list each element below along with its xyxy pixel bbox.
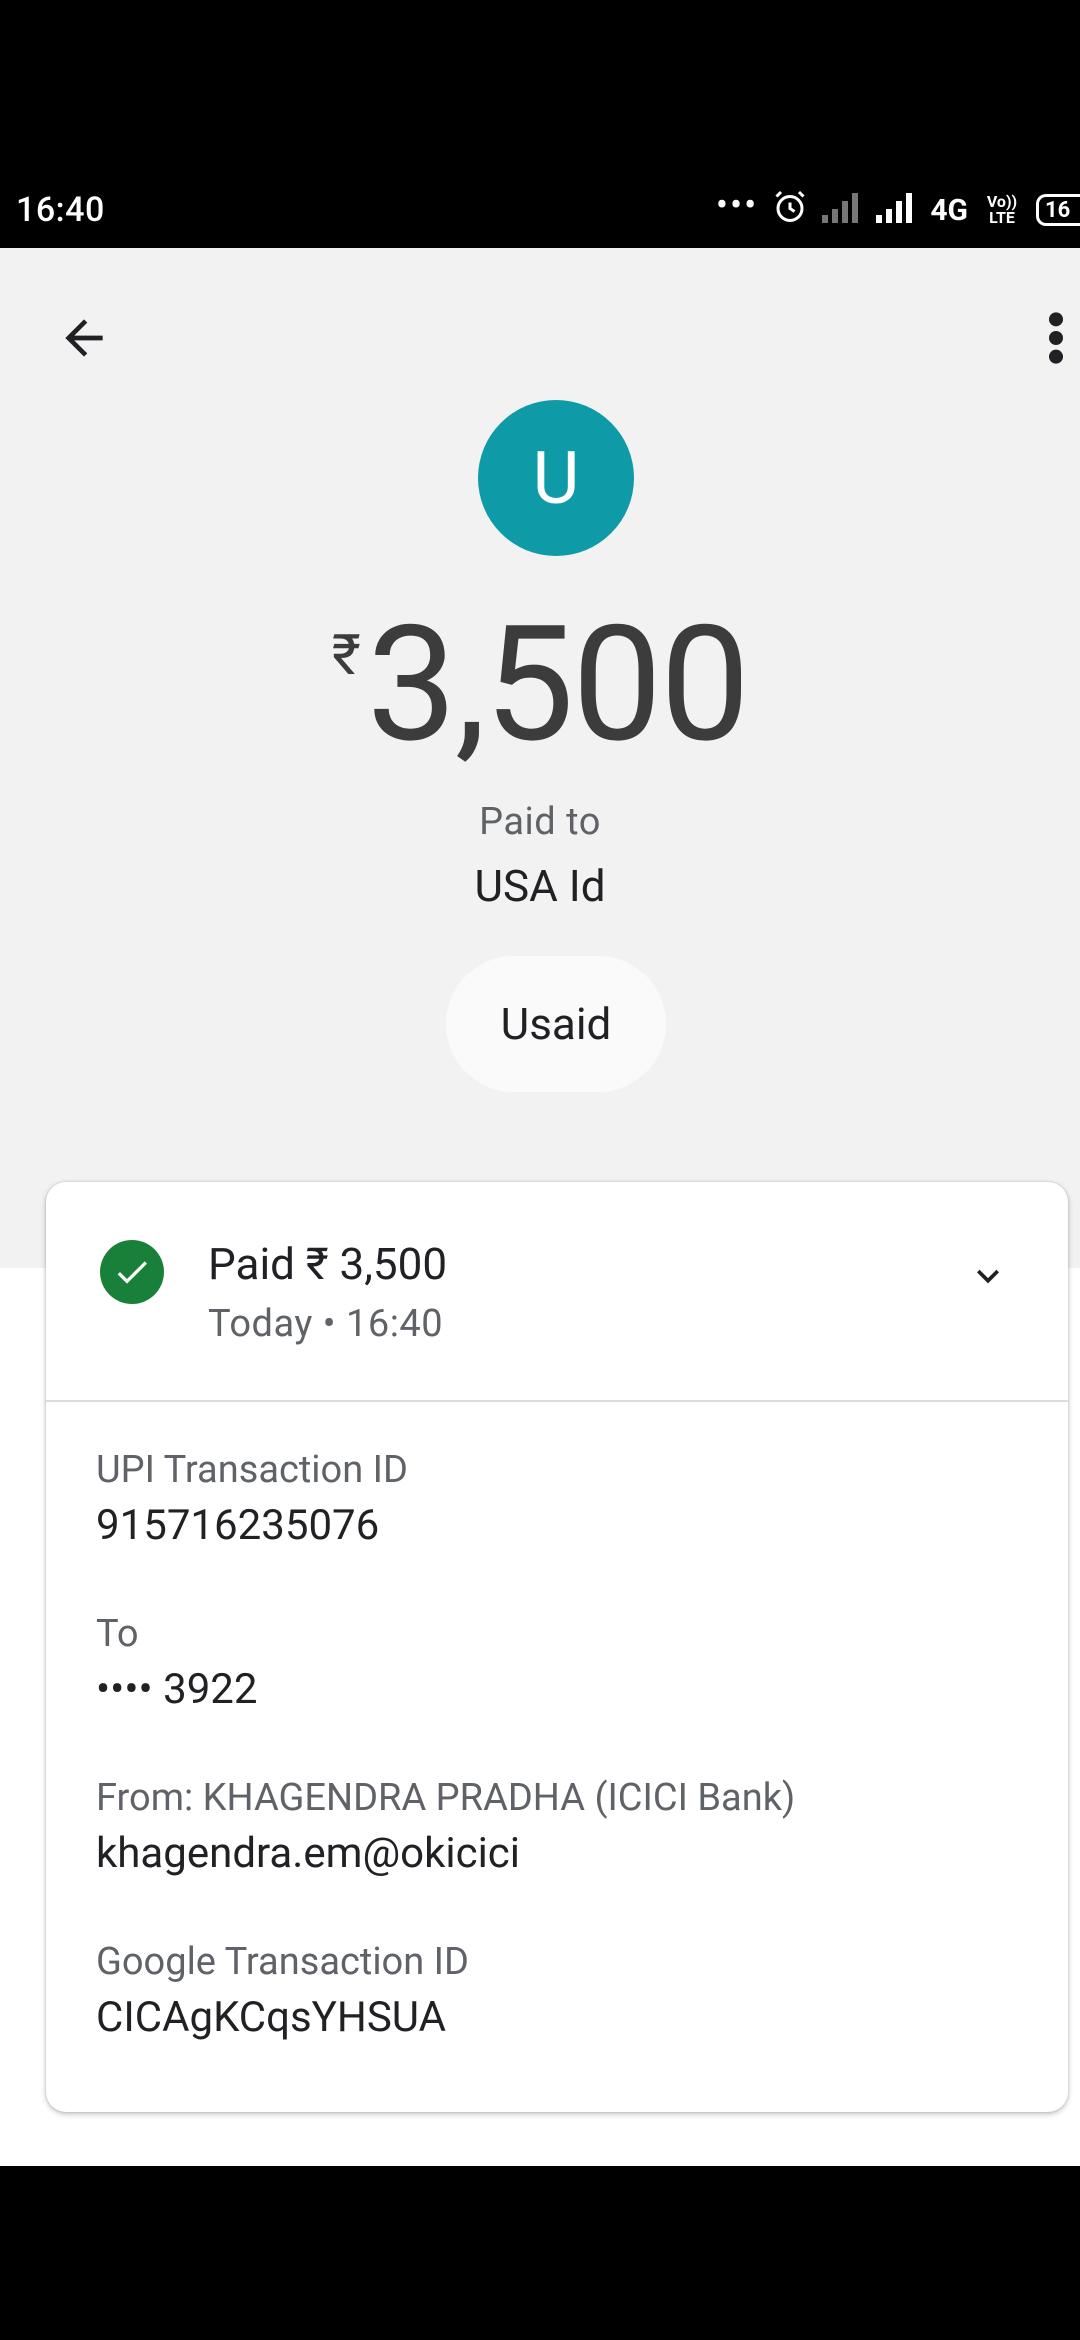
amount-value: 3,500 (366, 592, 750, 779)
paid-to-label: Paid to (479, 800, 601, 844)
payment-summary-area: U ₹ 3,500 Paid to USA Id Usaid (0, 248, 1080, 1268)
payment-details-screen: U ₹ 3,500 Paid to USA Id Usaid Paid ₹ 3,… (0, 248, 1080, 2166)
battery-icon: 16 (1036, 194, 1080, 226)
check-circle-icon (100, 1240, 164, 1304)
transaction-card: Paid ₹ 3,500 Today • 16:40 UPI Transacti… (46, 1182, 1068, 2112)
status-time: 16:40 (16, 190, 105, 230)
more-options-button[interactable] (1036, 304, 1076, 372)
currency-symbol: ₹ (331, 622, 361, 688)
detail-label: Google Transaction ID (96, 1940, 469, 1984)
arrow-left-icon (65, 319, 103, 357)
chevron-down-icon[interactable] (966, 1254, 1010, 1298)
payee-name: USA Id (474, 860, 606, 912)
detail-from: From: KHAGENDRA PRADHA (ICICI Bank) khag… (96, 1772, 795, 1884)
detail-value[interactable]: 915716235076 (96, 1496, 408, 1556)
detail-label: To (96, 1612, 139, 1656)
transaction-timestamp: Today • 16:40 (208, 1302, 444, 1346)
detail-label: UPI Transaction ID (96, 1448, 408, 1492)
transaction-status-header[interactable]: Paid ₹ 3,500 Today • 16:40 (46, 1182, 1068, 1402)
back-button[interactable] (50, 304, 118, 372)
more-vert-icon (1049, 312, 1063, 364)
detail-value[interactable]: khagendra.em@okicici (96, 1824, 795, 1884)
detail-value[interactable]: •••• 3922 (96, 1660, 258, 1720)
status-icons: ••• 4G Vo)) LTE 16 (715, 184, 1080, 232)
navigation-bar (0, 2166, 1080, 2340)
transaction-status: Paid ₹ 3,500 (208, 1238, 448, 1290)
detail-value[interactable]: CICAgKCqsYHSUA (96, 1988, 469, 2048)
detail-upi-transaction-id: UPI Transaction ID 915716235076 (96, 1444, 408, 1556)
volte-icon: Vo)) LTE (986, 192, 1018, 227)
status-bar: 16:40 ••• 4G Vo)) LTE 16 (0, 0, 1080, 248)
signal-strong-icon (876, 191, 916, 230)
amount-display: ₹ 3,500 (0, 596, 1080, 776)
detail-google-transaction-id: Google Transaction ID CICAgKCqsYHSUA (96, 1936, 469, 2048)
payee-chip[interactable]: Usaid (446, 956, 666, 1092)
notification-dots-icon: ••• (715, 184, 759, 226)
signal-weak-icon (822, 191, 862, 230)
detail-label: From: KHAGENDRA PRADHA (ICICI Bank) (96, 1776, 796, 1820)
network-type: 4G (930, 192, 968, 228)
alarm-icon (772, 189, 808, 232)
payee-avatar: U (478, 400, 634, 556)
detail-to: To •••• 3922 (96, 1608, 258, 1720)
